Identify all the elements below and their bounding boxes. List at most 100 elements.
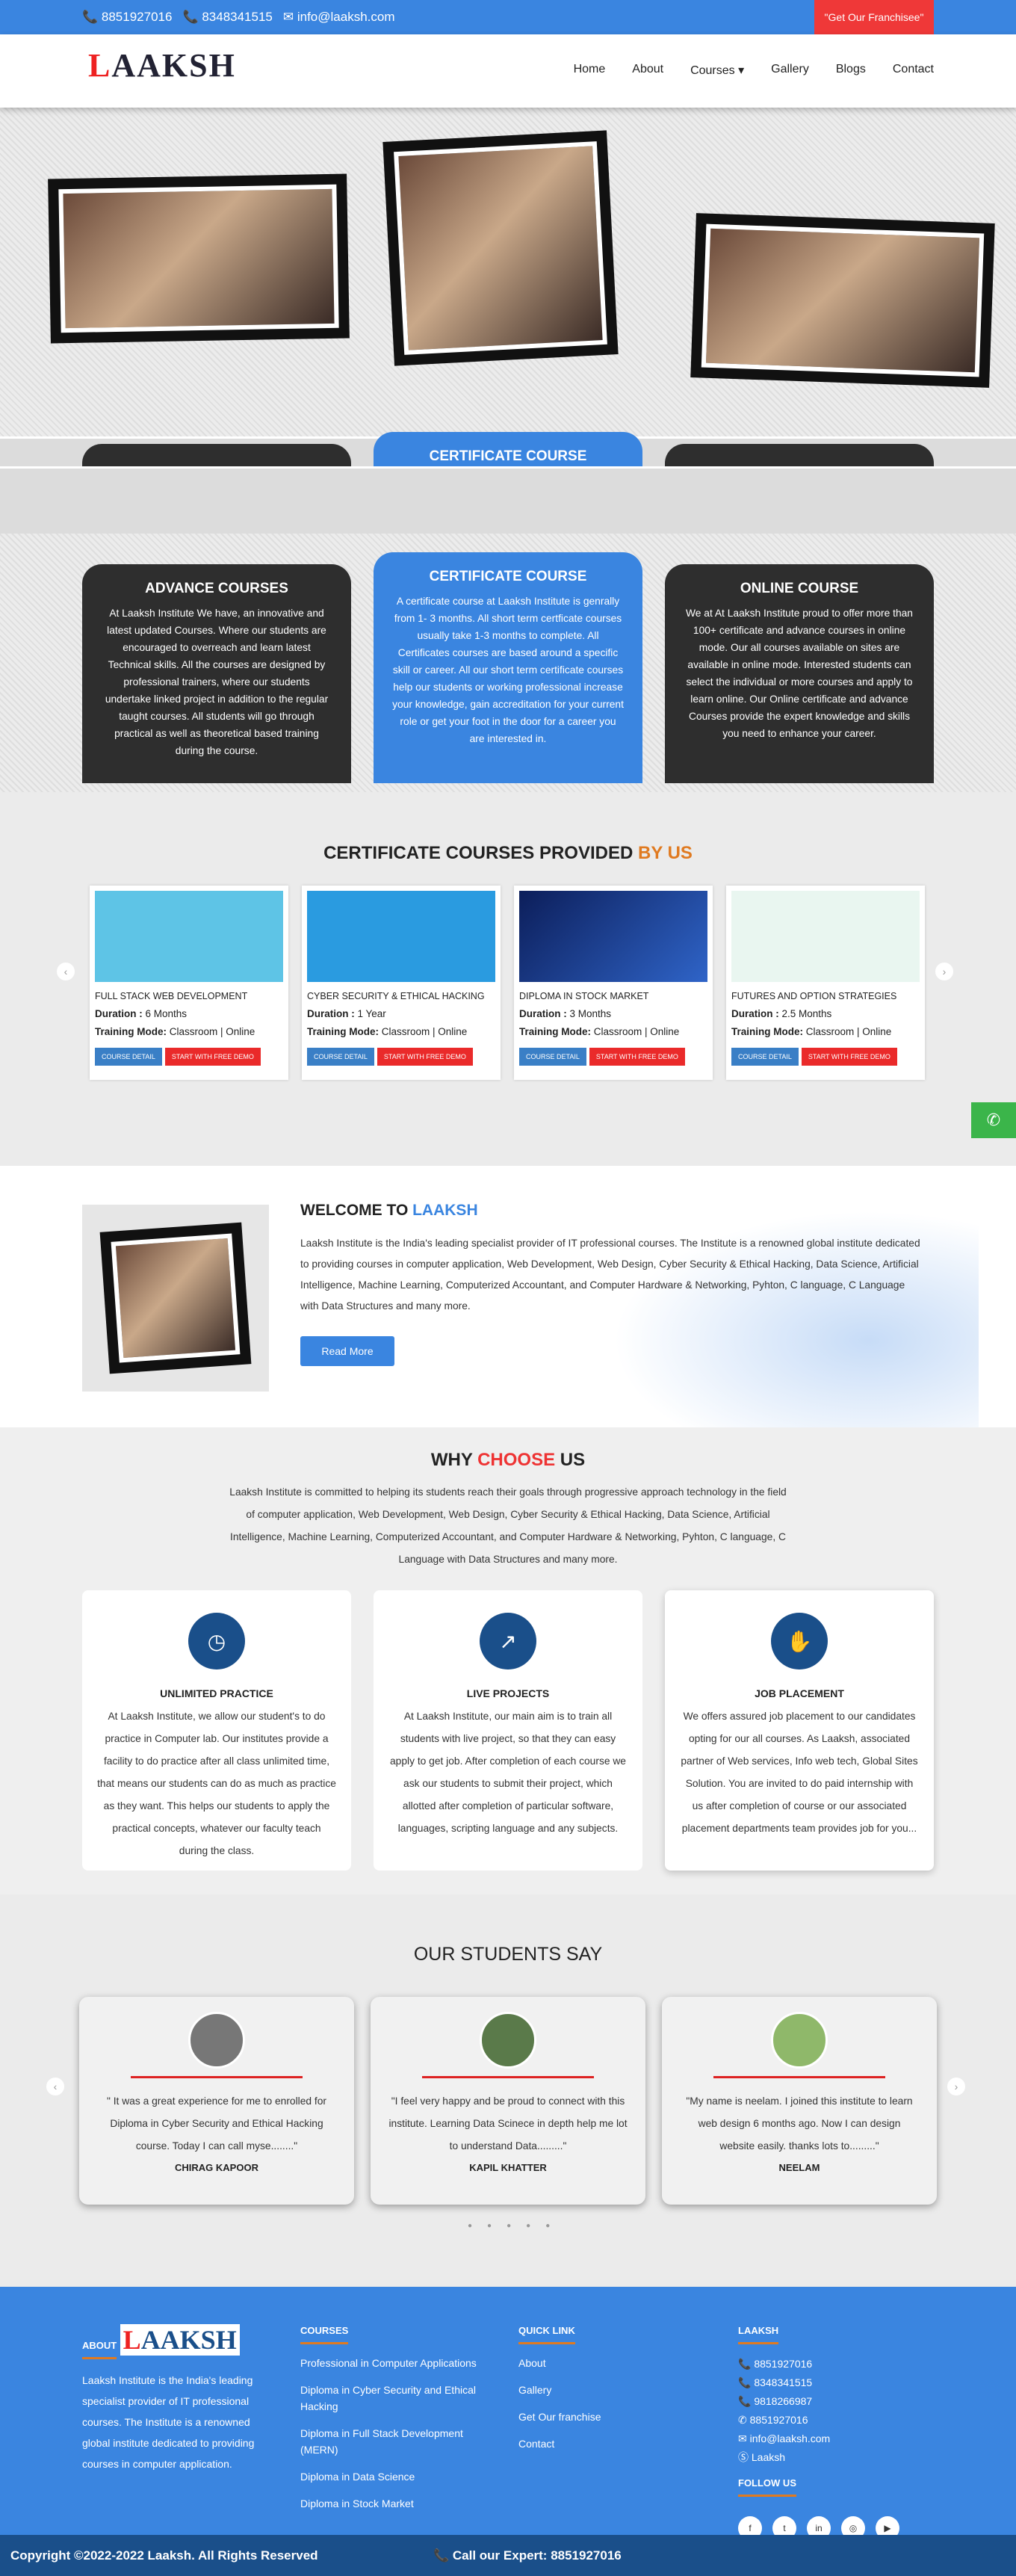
testimonial-next-icon[interactable]: ›: [947, 2078, 965, 2095]
hero-photo-students: [690, 213, 995, 388]
card-text: At Laaksh Institute We have, an innovati…: [105, 608, 329, 756]
footer-quick-link[interactable]: Gallery: [518, 2382, 668, 2398]
course-detail-button[interactable]: COURSE DETAIL: [95, 1048, 162, 1066]
footer-course-link[interactable]: Diploma in Data Science: [300, 2468, 495, 2485]
footer-course-link[interactable]: Diploma in Cyber Security and Ethical Ha…: [300, 2382, 495, 2415]
whatsapp-icon[interactable]: ✆: [971, 1102, 1016, 1138]
nav-gallery[interactable]: Gallery: [771, 63, 809, 78]
course-image: [95, 891, 283, 982]
free-demo-button[interactable]: START WITH FREE DEMO: [801, 1048, 897, 1066]
hero-photo-founder: [382, 130, 619, 366]
call-expert[interactable]: 📞 Call our Expert: 8851927016: [433, 2548, 622, 2563]
certificate-course-card: CERTIFICATE COURSE A certificate course …: [374, 552, 642, 783]
testimonial-card: " It was a great experience for me to en…: [79, 1997, 354, 2205]
duration-label: Duration :: [307, 1008, 355, 1019]
phone-link-2[interactable]: 📞 8348341515: [182, 10, 272, 25]
carousel-next-icon[interactable]: ›: [935, 963, 953, 980]
mode-value: Classroom | Online: [803, 1026, 892, 1037]
footer-heading: COURSES: [300, 2325, 349, 2344]
why-card-practice: ◷ UNLIMITED PRACTICE At Laaksh Institute…: [82, 1590, 351, 1871]
carousel-prev-icon[interactable]: ‹: [57, 963, 75, 980]
course-image: [307, 891, 495, 982]
read-more-button[interactable]: Read More: [300, 1336, 394, 1366]
carousel-dots[interactable]: ● ● ● ● ●: [468, 2222, 550, 2230]
footer-quick-link[interactable]: Contact: [518, 2436, 668, 2452]
course-name: DIPLOMA IN STOCK MARKET: [519, 991, 649, 1001]
logo[interactable]: LAAKSH: [88, 46, 236, 84]
nav-contact[interactable]: Contact: [893, 63, 934, 78]
footer-logo[interactable]: LAAKSH: [120, 2324, 240, 2356]
logo-letter: L: [123, 2325, 141, 2355]
footer-quick-link[interactable]: Get Our franchise: [518, 2409, 668, 2425]
welcome-title: WELCOME TO: [300, 1202, 413, 1219]
mode-label: Training Mode:: [307, 1026, 379, 1037]
clock-icon: ◷: [188, 1613, 245, 1670]
footer-quick-link[interactable]: About: [518, 2355, 668, 2371]
testimonial-prev-icon[interactable]: ‹: [46, 2078, 64, 2095]
free-demo-button[interactable]: START WITH FREE DEMO: [164, 1048, 261, 1066]
free-demo-button[interactable]: START WITH FREE DEMO: [377, 1048, 473, 1066]
course-card-cyber[interactable]: CYBER SECURITY & ETHICAL HACKING Duratio…: [302, 886, 501, 1080]
testimonial-card: "My name is neelam. I joined this instit…: [662, 1997, 937, 2205]
footer-course-link[interactable]: Diploma in Full Stack Development (MERN): [300, 2425, 495, 2458]
handshake-icon: ✋: [771, 1613, 828, 1670]
course-detail-button[interactable]: COURSE DETAIL: [307, 1048, 374, 1066]
footer-phone-1[interactable]: 📞 8851927016: [738, 2355, 932, 2373]
nav-blogs[interactable]: Blogs: [836, 63, 866, 78]
course-card-fullstack[interactable]: FULL STACK WEB DEVELOPMENT Duration : 6 …: [90, 886, 288, 1080]
course-card-stock[interactable]: DIPLOMA IN STOCK MARKET Duration : 3 Mon…: [514, 886, 713, 1080]
peek-card-online: [665, 444, 934, 466]
franchise-button[interactable]: "Get Our Franchisee": [814, 0, 934, 34]
footer-phone-2[interactable]: 📞 8348341515: [738, 2373, 932, 2392]
footer-courses: COURSES Professional in Computer Applica…: [300, 2324, 495, 2522]
why-title-end: US: [555, 1450, 586, 1470]
course-card-futures[interactable]: FUTURES AND OPTION STRATEGIES Duration :…: [726, 886, 925, 1080]
phone-link-1[interactable]: 📞 8851927016: [82, 10, 172, 25]
nav-home[interactable]: Home: [574, 63, 606, 78]
footer-about-text: Laaksh Institute is the India's leading …: [82, 2374, 255, 2470]
mode-label: Training Mode:: [95, 1026, 167, 1037]
testimonial-text: "I feel very happy and be proud to conne…: [388, 2095, 628, 2152]
section-title-accent: BY US: [638, 843, 693, 863]
avatar: [771, 2012, 828, 2069]
duration-label: Duration :: [519, 1008, 567, 1019]
nav-about[interactable]: About: [632, 63, 663, 78]
logo-text: AAKSH: [140, 2325, 237, 2355]
footer-course-link[interactable]: Professional in Computer Applications: [300, 2355, 495, 2371]
course-detail-button[interactable]: COURSE DETAIL: [731, 1048, 799, 1066]
footer-follow-heading: FOLLOW US: [738, 2477, 796, 2497]
course-image: [519, 891, 707, 982]
why-title: WHY: [430, 1450, 478, 1470]
footer-skype[interactable]: Ⓢ Laaksh: [738, 2448, 932, 2467]
duration-label: Duration :: [95, 1008, 143, 1019]
why-card-projects: ↗ LIVE PROJECTS At Laaksh Institute, our…: [374, 1590, 642, 1871]
testimonial-name: NEELAM: [778, 2162, 820, 2173]
welcome-text: Laaksh Institute is the India's leading …: [300, 1238, 920, 1312]
footer-email[interactable]: ✉ info@laaksh.com: [738, 2430, 932, 2448]
footer-whatsapp[interactable]: ✆ 8851927016: [738, 2411, 932, 2430]
hero-photo-classroom: [48, 173, 350, 344]
logo-text: AAKSH: [111, 47, 236, 84]
divider: [131, 2076, 303, 2078]
peek-card-advance: [82, 444, 351, 466]
nav-courses[interactable]: Courses ▾: [690, 63, 744, 78]
mode-value: Classroom | Online: [379, 1026, 468, 1037]
duration-label: Duration :: [731, 1008, 779, 1019]
footer-course-link[interactable]: Diploma in Stock Market: [300, 2495, 495, 2512]
card-text: We at At Laaksh Institute proud to offer…: [686, 608, 913, 739]
hero-strip-2: [0, 466, 1016, 534]
footer-heading: LAAKSH: [738, 2325, 779, 2344]
testimonial-name: KAPIL KHATTER: [469, 2162, 547, 2173]
welcome-section: WELCOME TO LAAKSH Laaksh Institute is th…: [0, 1166, 1016, 1427]
course-name: FUTURES AND OPTION STRATEGIES: [731, 991, 897, 1001]
course-detail-button[interactable]: COURSE DETAIL: [519, 1048, 586, 1066]
logo-letter: L: [88, 47, 112, 84]
divider: [422, 2076, 594, 2078]
duration-value: 1 Year: [354, 1008, 386, 1019]
duration-value: 2.5 Months: [778, 1008, 832, 1019]
footer-phone-3[interactable]: 📞 9818266987: [738, 2392, 932, 2411]
card-title: ONLINE COURSE: [740, 581, 859, 596]
footer: ABOUT LAAKSH Laaksh Institute is the Ind…: [0, 2287, 1016, 2540]
free-demo-button[interactable]: START WITH FREE DEMO: [589, 1048, 685, 1066]
email-link[interactable]: ✉ info@laaksh.com: [283, 10, 395, 25]
